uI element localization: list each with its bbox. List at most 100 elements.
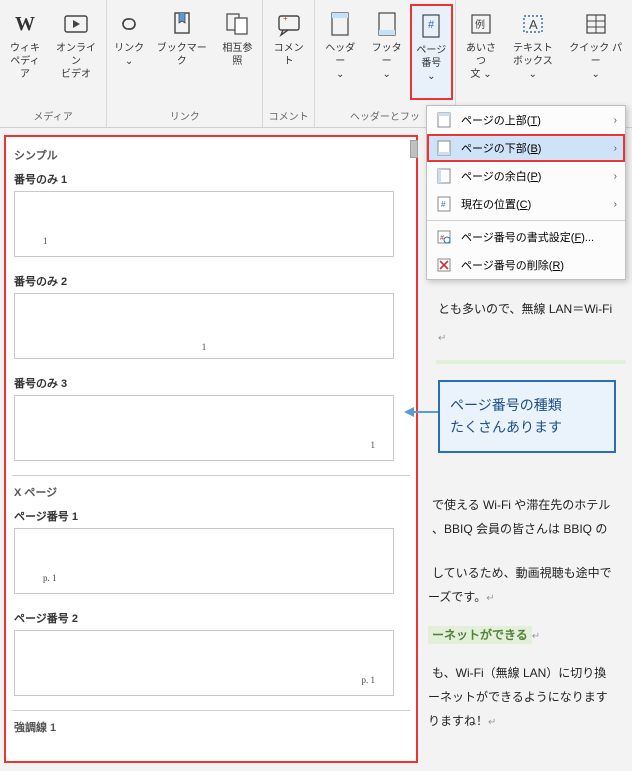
gallery-separator	[12, 475, 410, 476]
ribbon-group-comment: + コメント コメント	[263, 0, 315, 127]
footer-icon	[371, 8, 403, 40]
gallery-section-xpage: X ページ	[12, 480, 410, 506]
remove-icon	[435, 256, 453, 274]
ribbon-btn-label: クイック パー ⌄	[565, 42, 626, 81]
ribbon-group-label: メディア	[2, 106, 104, 127]
doc-text: りますね！↵	[428, 710, 496, 733]
online-video-button[interactable]: オンライン ビデオ	[48, 4, 104, 100]
svg-text:#: #	[440, 235, 444, 242]
greeting-button[interactable]: 例 あいさつ 文 ⌄	[458, 4, 505, 100]
gallery-item-page2[interactable]: p. 1	[14, 630, 394, 696]
svg-text:A: A	[529, 17, 538, 32]
dropdown-label: 現在の位置(C)	[461, 196, 531, 212]
ribbon-btn-label: ブックマーク	[153, 42, 210, 68]
quickparts-button[interactable]: クイック パー ⌄	[561, 4, 630, 100]
dropdown-separator	[427, 220, 625, 221]
ribbon-btn-label: ヘッダー ⌄	[321, 42, 359, 81]
page-number-dropdown: ページの上部(T) › ページの下部(B) › ページの余白(P) › # 現在…	[426, 105, 626, 280]
dropdown-remove[interactable]: ページ番号の削除(R)	[427, 251, 625, 279]
crossref-icon	[221, 8, 253, 40]
green-stripe	[436, 360, 626, 364]
ribbon-group-link: リンク ⌄ ブックマーク 相互参照 リンク	[107, 0, 263, 127]
svg-text:例: 例	[475, 18, 485, 31]
dropdown-label: ページ番号の書式設定(F)...	[461, 229, 594, 245]
online-video-icon	[60, 8, 92, 40]
ribbon-btn-label: 相互参照	[218, 42, 256, 68]
chevron-right-icon: ›	[614, 143, 617, 154]
doc-text: ーズです。↵	[428, 586, 495, 609]
thumb-number: 1	[43, 236, 48, 246]
comment-button[interactable]: + コメント	[265, 4, 312, 100]
dropdown-label: ページ番号の削除(R)	[461, 257, 564, 273]
ribbon-group-label: コメント	[265, 106, 312, 127]
gallery-separator	[12, 710, 410, 711]
link-icon	[113, 8, 145, 40]
dropdown-label: ページの上部(T)	[461, 112, 541, 128]
page-number-icon: #	[415, 10, 447, 42]
gallery-item-label: ページ番号 1	[12, 506, 410, 526]
gallery-item-label: 番号のみ 1	[12, 169, 410, 189]
gallery-item-plain2[interactable]: 1	[14, 293, 394, 359]
textbox-icon: A	[517, 8, 549, 40]
link-button[interactable]: リンク ⌄	[109, 4, 149, 100]
thumb-number: p. 1	[362, 675, 376, 685]
ribbon-btn-label: オンライン ビデオ	[52, 42, 100, 81]
dropdown-format[interactable]: # ページ番号の書式設定(F)...	[427, 223, 625, 251]
svg-text:+: +	[283, 14, 288, 23]
page-top-icon	[435, 111, 453, 129]
format-icon: #	[435, 228, 453, 246]
page-bottom-icon	[435, 139, 453, 157]
quickparts-icon	[580, 8, 612, 40]
page-margin-icon	[435, 167, 453, 185]
header-icon	[324, 8, 356, 40]
header-button[interactable]: ヘッダー ⌄	[317, 4, 363, 100]
page-number-gallery[interactable]: シンプル 番号のみ 1 1 番号のみ 2 1 番号のみ 3 1 X ページ ペー…	[4, 135, 418, 763]
ribbon-btn-label: ウィキ ペディア	[6, 42, 44, 81]
gallery-item-label: 番号のみ 2	[12, 271, 410, 291]
footer-button[interactable]: フッター ⌄	[363, 4, 409, 100]
comment-icon: +	[273, 8, 305, 40]
gallery-section-simple: シンプル	[12, 143, 410, 169]
current-pos-icon: #	[435, 195, 453, 213]
gallery-item-label: 番号のみ 3	[12, 373, 410, 393]
textbox-button[interactable]: A テキスト ボックス ⌄	[504, 4, 561, 100]
gallery-item-plain3[interactable]: 1	[14, 395, 394, 461]
ribbon-btn-label: コメント	[269, 42, 308, 68]
bookmark-button[interactable]: ブックマーク	[149, 4, 214, 100]
wikipedia-button[interactable]: W ウィキ ペディア	[2, 4, 48, 100]
dropdown-current-pos[interactable]: # 現在の位置(C) ›	[427, 190, 625, 218]
svg-text:W: W	[15, 13, 35, 35]
dropdown-page-top[interactable]: ページの上部(T) ›	[427, 106, 625, 134]
chevron-right-icon: ›	[614, 199, 617, 210]
dropdown-label: ページの下部(B)	[461, 140, 541, 156]
gallery-item-plain1[interactable]: 1	[14, 191, 394, 257]
gallery-section-accent: 強調線 1	[12, 715, 410, 741]
ribbon-btn-label: あいさつ 文 ⌄	[462, 42, 501, 81]
ribbon-btn-label: フッター ⌄	[367, 42, 405, 81]
thumb-number: 1	[371, 440, 376, 450]
ribbon-btn-label: リンク ⌄	[114, 42, 144, 68]
gallery-item-page1[interactable]: p. 1	[14, 528, 394, 594]
callout-line: ページ番号の種類	[450, 394, 604, 416]
svg-text:#: #	[441, 200, 446, 209]
ribbon-btn-label: ページ 番号 ⌄	[416, 44, 447, 83]
ribbon-group-label: リンク	[109, 106, 260, 127]
ribbon-btn-label: テキスト ボックス ⌄	[508, 42, 557, 81]
gallery-scrollbar-thumb[interactable]	[410, 140, 418, 158]
callout-arrow-icon	[404, 405, 438, 419]
chevron-right-icon: ›	[614, 115, 617, 126]
dropdown-page-bottom[interactable]: ページの下部(B) ›	[427, 134, 625, 162]
doc-heading: ーネットができる↵	[428, 624, 540, 647]
thumb-number: 1	[202, 342, 207, 352]
dropdown-page-margin[interactable]: ページの余白(P) ›	[427, 162, 625, 190]
crossref-button[interactable]: 相互参照	[214, 4, 260, 100]
doc-text: しているため、動画視聴も途中で	[432, 562, 612, 585]
svg-text:#: #	[428, 19, 435, 31]
ribbon-group-media: W ウィキ ペディア オンライン ビデオ メディア	[0, 0, 107, 127]
page-number-button[interactable]: # ページ 番号 ⌄	[410, 4, 453, 100]
dropdown-label: ページの余白(P)	[461, 168, 541, 184]
doc-text: も、Wi-Fi（無線 LAN）に切り換	[432, 662, 606, 685]
doc-text: ーネットができるようになります	[428, 686, 608, 709]
callout-line: たくさんあります	[450, 416, 604, 438]
chevron-right-icon: ›	[614, 171, 617, 182]
